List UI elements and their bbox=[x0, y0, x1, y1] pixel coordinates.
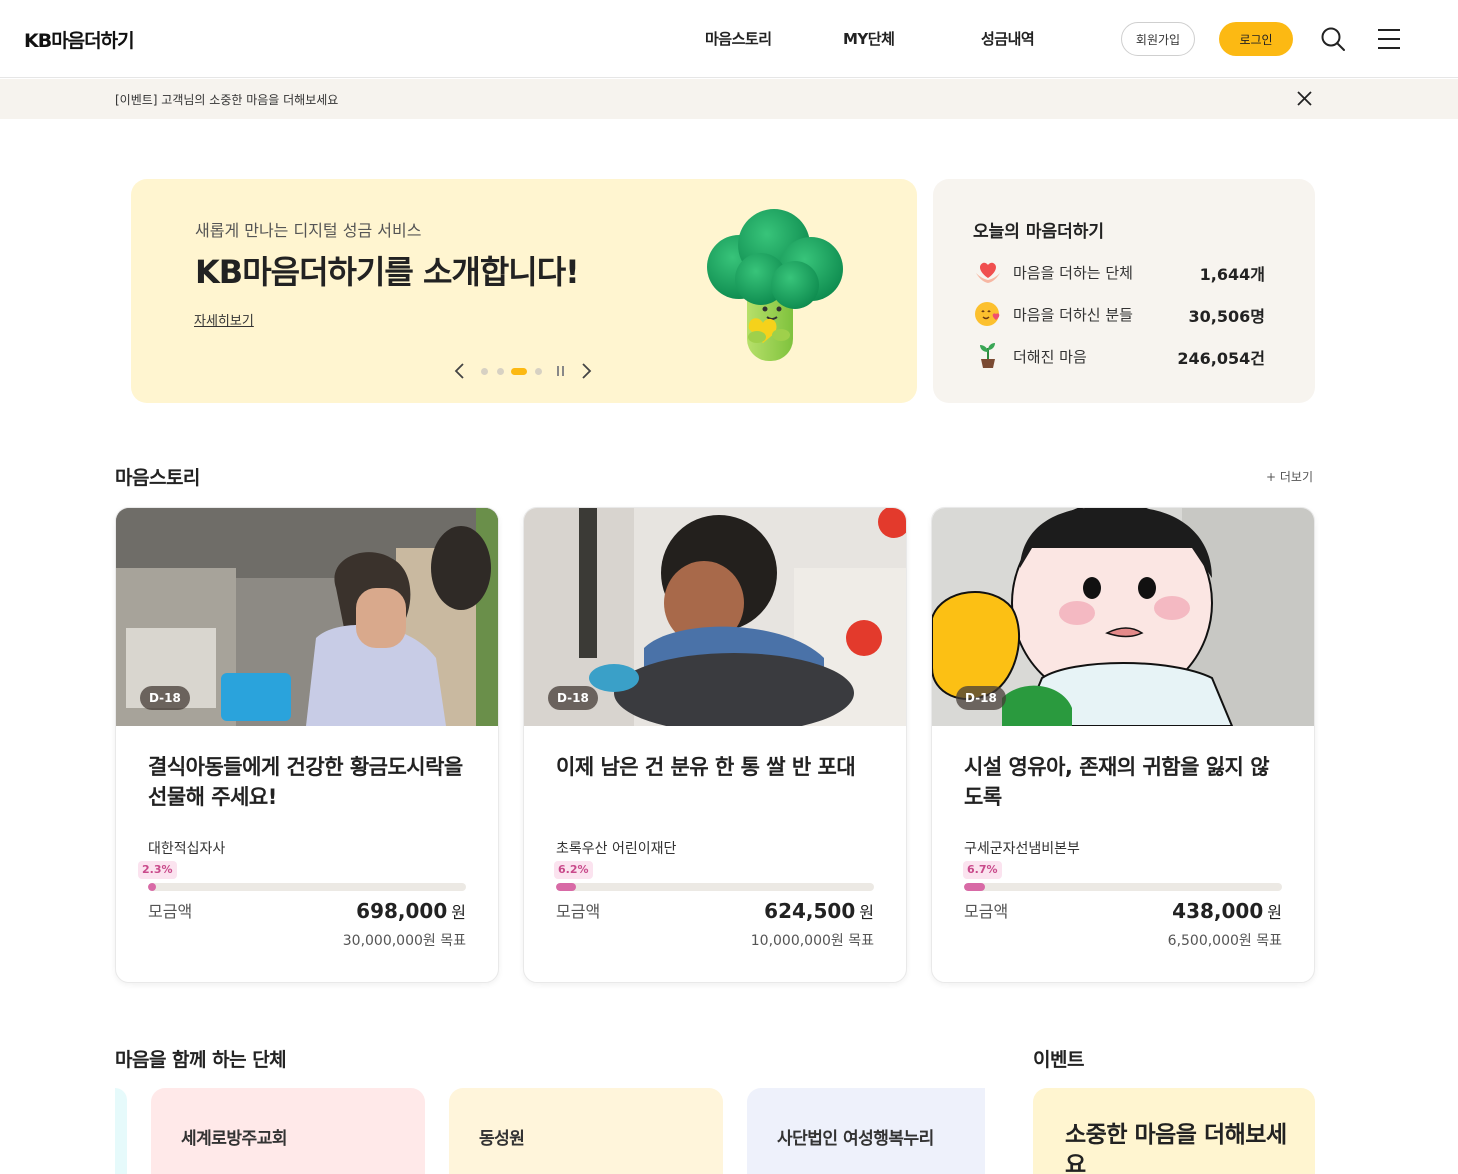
raised-label: 모금액 bbox=[964, 902, 1009, 921]
progress-bar bbox=[148, 883, 466, 891]
currency-unit: 원 bbox=[451, 903, 466, 922]
dday-badge: D-18 bbox=[956, 686, 1006, 710]
story-card[interactable]: D-18 결식아동들에게 건강한 황금도시락을 선물해 주세요! 대한적십자사 … bbox=[115, 507, 499, 983]
section-title-event: 이벤트 bbox=[1033, 1049, 1084, 1071]
slider-dot-active[interactable] bbox=[511, 368, 527, 375]
slider-dot[interactable] bbox=[535, 368, 542, 375]
nav-item-my-org[interactable]: MY단체 bbox=[843, 28, 895, 49]
menu-icon[interactable] bbox=[1377, 28, 1401, 50]
progress-bar bbox=[964, 883, 1282, 891]
org-card[interactable]: 동성원 bbox=[449, 1088, 723, 1174]
org-card[interactable]: 세계로방주교회 bbox=[151, 1088, 425, 1174]
story-card[interactable]: D-18 시설 영유아, 존재의 귀함을 잃지 않도록 구세군자선냄비본부 6.… bbox=[931, 507, 1315, 983]
chevron-left-icon[interactable] bbox=[453, 361, 467, 381]
section-title-orgs: 마음을 함께 하는 단체 bbox=[115, 1049, 287, 1071]
site-header: KB마음더하기 마음스토리 MY단체 성금내역 회원가입 로그인 bbox=[0, 0, 1458, 78]
raised-amount: 624,500 원 bbox=[764, 899, 874, 923]
story-org: 구세군자선냄비본부 bbox=[964, 841, 1080, 857]
stat-value: 30,506명 bbox=[1188, 307, 1265, 326]
slider-dot[interactable] bbox=[481, 368, 488, 375]
close-icon[interactable] bbox=[1296, 90, 1313, 107]
stat-row-hearts: 더해진 마음 246,054건 bbox=[973, 339, 1265, 371]
stat-value: 246,054건 bbox=[1177, 349, 1265, 368]
today-stats-title: 오늘의 마음더하기 bbox=[973, 222, 1105, 242]
story-org: 초록우산 어린이재단 bbox=[556, 841, 677, 857]
raised-amount-value: 624,500 bbox=[764, 899, 856, 923]
slider-dot[interactable] bbox=[497, 368, 504, 375]
nav-item-donations[interactable]: 성금내역 bbox=[981, 28, 1035, 49]
site-logo[interactable]: KB마음더하기 bbox=[24, 26, 135, 53]
raised-amount-value: 698,000 bbox=[356, 899, 448, 923]
progress-percent-badge: 2.3% bbox=[138, 861, 177, 879]
raised-amount: 698,000 원 bbox=[356, 899, 466, 923]
login-button[interactable]: 로그인 bbox=[1219, 22, 1293, 56]
stat-value: 1,644개 bbox=[1199, 265, 1265, 284]
org-name: 세계로방주교회 bbox=[181, 1129, 287, 1149]
progress-bar-fill bbox=[964, 883, 985, 891]
section-title-stories: 마음스토리 bbox=[115, 467, 200, 489]
goal-amount: 30,000,000원 목표 bbox=[342, 933, 466, 949]
stat-label: 더해진 마음 bbox=[1013, 348, 1087, 366]
event-card[interactable]: 소중한 마음을 더해보세요 bbox=[1033, 1088, 1315, 1174]
stat-row-orgs: 마음을 더하는 단체 1,644개 bbox=[973, 255, 1265, 287]
org-card-partial[interactable] bbox=[115, 1088, 127, 1174]
hero-banner: 새롭게 만나는 디지털 성금 서비스 KB마음더하기를 소개합니다! 자세히보기 bbox=[131, 179, 917, 403]
progress-bar-fill bbox=[556, 883, 576, 891]
broccoli-character-illustration bbox=[707, 209, 843, 361]
dday-badge: D-18 bbox=[140, 686, 190, 710]
raised-label: 모금액 bbox=[148, 902, 193, 921]
chevron-right-icon[interactable] bbox=[579, 361, 593, 381]
today-stats-panel: 오늘의 마음더하기 마음을 더하는 단체 1,644개 마음을 더하신 분들 3… bbox=[933, 179, 1315, 403]
heart-hands-icon bbox=[976, 262, 1000, 283]
currency-unit: 원 bbox=[859, 903, 874, 922]
raised-amount-value: 438,000 bbox=[1172, 899, 1264, 923]
join-button[interactable]: 회원가입 bbox=[1121, 22, 1195, 56]
dday-badge: D-18 bbox=[548, 686, 598, 710]
sprout-pot-icon bbox=[980, 343, 995, 368]
progress-bar bbox=[556, 883, 874, 891]
story-title[interactable]: 이제 남은 건 분유 한 통 쌀 반 포대 bbox=[556, 752, 878, 782]
story-title[interactable]: 시설 영유아, 존재의 귀함을 잃지 않도록 bbox=[964, 752, 1286, 812]
progress-percent-badge: 6.7% bbox=[963, 861, 1002, 879]
notice-text[interactable]: [이벤트] 고객님의 소중한 마음을 더해보세요 bbox=[115, 91, 338, 108]
goal-amount: 6,500,000원 목표 bbox=[1167, 933, 1282, 949]
currency-unit: 원 bbox=[1267, 903, 1282, 922]
search-icon[interactable] bbox=[1320, 26, 1346, 52]
hero-detail-link[interactable]: 자세히보기 bbox=[194, 310, 254, 329]
story-title[interactable]: 결식아동들에게 건강한 황금도시락을 선물해 주세요! bbox=[148, 752, 470, 812]
nav-item-story[interactable]: 마음스토리 bbox=[705, 28, 772, 49]
raised-amount: 438,000 원 bbox=[1172, 899, 1282, 923]
smile-heart-icon bbox=[975, 302, 1000, 326]
stat-label: 마음을 더하신 분들 bbox=[1013, 306, 1133, 324]
org-card[interactable]: 사단법인 여성행복누리 bbox=[747, 1088, 985, 1174]
story-card[interactable]: D-18 이제 남은 건 분유 한 통 쌀 반 포대 초록우산 어린이재단 6.… bbox=[523, 507, 907, 983]
stat-row-donors: 마음을 더하신 분들 30,506명 bbox=[973, 297, 1265, 329]
stories-more-link[interactable]: + 더보기 bbox=[1266, 468, 1313, 485]
hero-subtitle: 새롭게 만나는 디지털 성금 서비스 bbox=[195, 221, 422, 240]
raised-label: 모금액 bbox=[556, 902, 601, 921]
story-org: 대한적십자사 bbox=[148, 841, 226, 857]
progress-bar-fill bbox=[148, 883, 156, 891]
hero-slider-controls bbox=[453, 361, 593, 381]
progress-percent-badge: 6.2% bbox=[554, 861, 593, 879]
event-card-title: 소중한 마음을 더해보세요 bbox=[1065, 1122, 1287, 1174]
org-name: 동성원 bbox=[479, 1129, 525, 1149]
hero-title: KB마음더하기를 소개합니다! bbox=[195, 253, 580, 291]
pause-icon[interactable] bbox=[557, 366, 565, 376]
goal-amount: 10,000,000원 목표 bbox=[750, 933, 874, 949]
org-name: 사단법인 여성행복누리 bbox=[777, 1129, 934, 1149]
stat-label: 마음을 더하는 단체 bbox=[1013, 264, 1133, 282]
notice-bar: [이벤트] 고객님의 소중한 마음을 더해보세요 bbox=[0, 79, 1458, 119]
